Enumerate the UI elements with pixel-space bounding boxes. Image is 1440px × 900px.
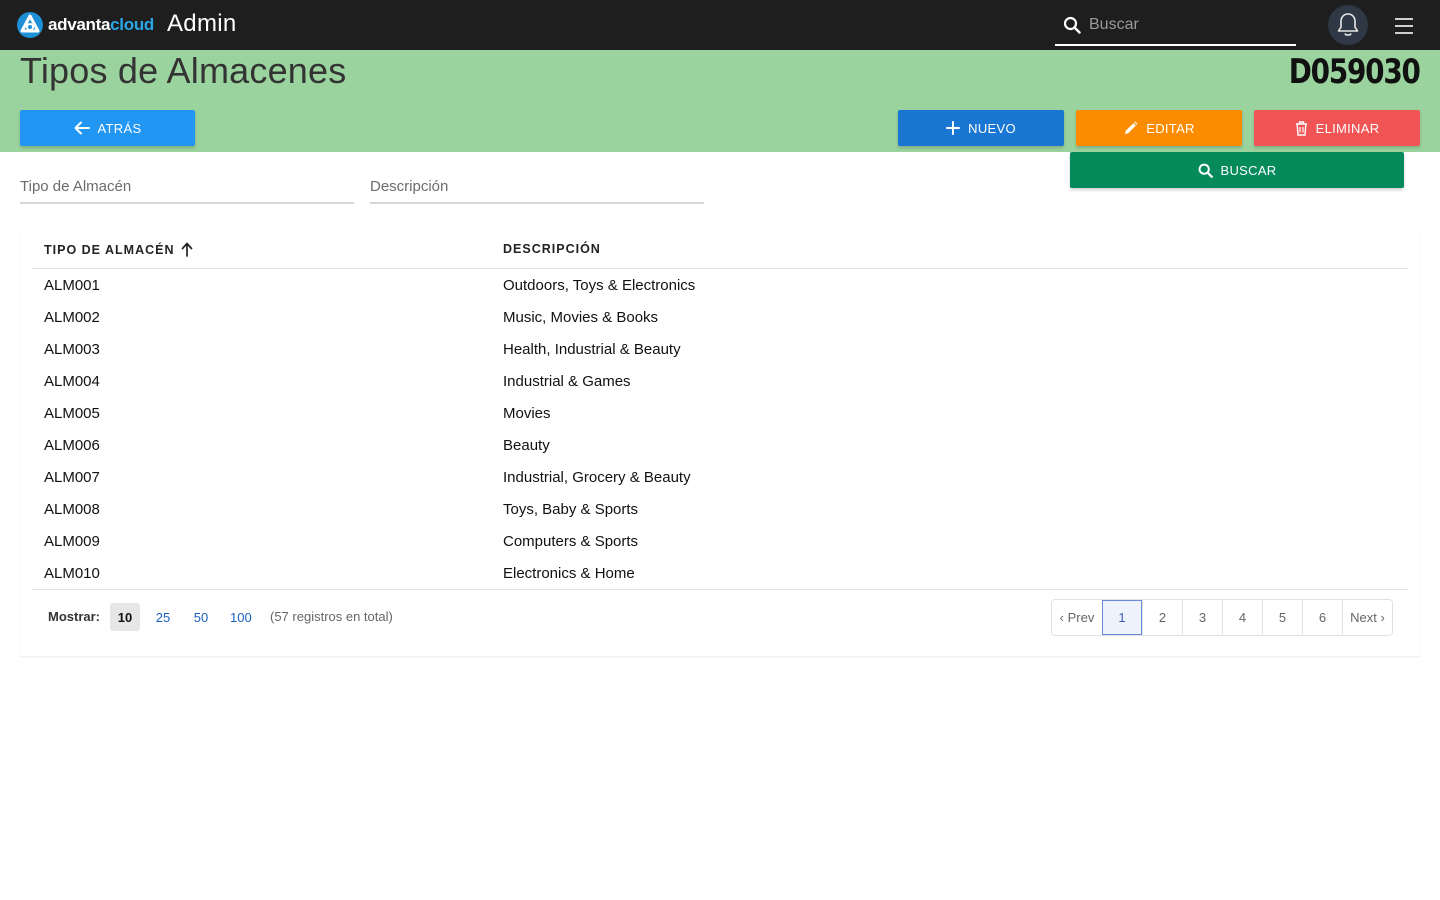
logo-wordmark: advantacloud [48, 15, 154, 35]
table-row[interactable]: ALM003 Health, Industrial & Beauty [32, 333, 1408, 365]
brand-logo[interactable]: advantacloud [16, 11, 154, 39]
search-icon [1198, 163, 1213, 178]
cell-descripcion: Computers & Sports [503, 533, 639, 550]
pagination-page-5[interactable]: 5 [1262, 600, 1302, 635]
search-button-label: BUSCAR [1220, 162, 1277, 178]
sort-ascending-icon [181, 242, 192, 257]
cell-tipo-almacen: ALM002 [44, 309, 100, 326]
screen-code: D059030 [1289, 52, 1421, 92]
table-row[interactable]: ALM007 Industrial, Grocery & Beauty [32, 461, 1408, 493]
column-header-tipo-almacen[interactable]: TIPO DE ALMACÉN [44, 242, 193, 257]
table-row[interactable]: ALM010 Electronics & Home [32, 557, 1408, 589]
page-size-100[interactable]: 100 [224, 603, 258, 631]
global-search [1055, 6, 1296, 46]
filter-descripcion [370, 178, 704, 204]
table-row[interactable]: ALM009 Computers & Sports [32, 525, 1408, 557]
pagination-page-4[interactable]: 4 [1222, 600, 1262, 635]
cell-tipo-almacen: ALM006 [44, 437, 100, 454]
new-button-label: NUEVO [968, 120, 1016, 136]
cell-tipo-almacen: ALM010 [44, 565, 100, 582]
table-row[interactable]: ALM006 Beauty [32, 429, 1408, 461]
cell-descripcion: Industrial, Grocery & Beauty [503, 469, 691, 486]
descripcion-input[interactable] [370, 178, 704, 195]
pagination-page-6[interactable]: 6 [1302, 600, 1342, 635]
total-records: (57 registros en total) [270, 609, 393, 624]
table-header: TIPO DE ALMACÉN DESCRIPCIÓN [32, 228, 1408, 269]
page-size-label: Mostrar: [48, 609, 101, 624]
page-header: Tipos de Almacenes D059030 ATRÁS NUEVO E… [0, 50, 1440, 152]
delete-button[interactable]: ELIMINAR [1254, 110, 1420, 146]
table-footer-divider [32, 589, 1408, 590]
back-button-label: ATRÁS [97, 120, 142, 136]
cell-descripcion: Movies [503, 405, 551, 422]
menu-bar [1395, 25, 1413, 27]
cell-tipo-almacen: ALM004 [44, 373, 100, 390]
cell-descripcion: Industrial & Games [503, 373, 631, 390]
global-search-input[interactable] [1089, 16, 1289, 34]
column-header-label: TIPO DE ALMACÉN [44, 242, 175, 257]
page-size-25[interactable]: 25 [148, 603, 178, 631]
pagination-page-1[interactable]: 1 [1102, 600, 1142, 635]
app-title: Admin [167, 10, 237, 37]
cell-descripcion: Health, Industrial & Beauty [503, 341, 681, 358]
edit-button[interactable]: EDITAR [1076, 110, 1242, 146]
cell-tipo-almacen: ALM005 [44, 405, 100, 422]
bell-icon [1337, 13, 1359, 36]
menu-bar [1395, 32, 1413, 34]
cell-tipo-almacen: ALM008 [44, 501, 100, 518]
cell-tipo-almacen: ALM007 [44, 469, 100, 486]
cell-descripcion: Beauty [503, 437, 550, 454]
page-size-50[interactable]: 50 [186, 603, 216, 631]
back-button[interactable]: ATRÁS [20, 110, 195, 146]
pagination-page-2[interactable]: 2 [1142, 600, 1182, 635]
logo-wordmark-part2: cloud [110, 15, 154, 34]
cell-descripcion: Music, Movies & Books [503, 309, 659, 326]
pagination: ‹ Prev 1 2 3 4 5 6 Next › [1051, 599, 1393, 636]
notifications-button[interactable] [1328, 5, 1368, 45]
logo-icon [17, 12, 43, 38]
column-header-label: DESCRIPCIÓN [503, 242, 601, 256]
arrow-left-icon [74, 121, 90, 135]
menu-bar [1395, 18, 1413, 20]
cell-descripcion: Electronics & Home [503, 565, 635, 582]
search-button[interactable]: BUSCAR [1070, 152, 1404, 188]
cell-tipo-almacen: ALM003 [44, 341, 100, 358]
pencil-icon [1125, 121, 1138, 134]
pagination-page-3[interactable]: 3 [1182, 600, 1222, 635]
top-navbar: advantacloud Admin [0, 0, 1440, 50]
table-row[interactable]: ALM008 Toys, Baby & Sports [32, 493, 1408, 525]
column-header-descripcion[interactable]: DESCRIPCIÓN [503, 242, 601, 256]
search-icon [1063, 16, 1081, 34]
table-row[interactable]: ALM005 Movies [32, 397, 1408, 429]
page-title: Tipos de Almacenes [20, 50, 347, 91]
logo-wordmark-part1: advanta [48, 15, 111, 34]
table-row[interactable]: ALM002 Music, Movies & Books [32, 301, 1408, 333]
table-row[interactable]: ALM004 Industrial & Games [32, 365, 1408, 397]
pagination-prev[interactable]: ‹ Prev [1052, 600, 1102, 635]
table-row[interactable]: ALM001 Outdoors, Toys & Electronics [32, 269, 1408, 301]
cell-descripcion: Outdoors, Toys & Electronics [503, 277, 696, 294]
new-button[interactable]: NUEVO [898, 110, 1064, 146]
page-size-10[interactable]: 10 [110, 603, 140, 631]
cell-tipo-almacen: ALM001 [44, 277, 100, 294]
table-body: ALM001 Outdoors, Toys & Electronics ALM0… [32, 269, 1408, 589]
plus-icon [946, 121, 961, 135]
cell-tipo-almacen: ALM009 [44, 533, 100, 550]
tipo-almacen-input[interactable] [20, 178, 354, 195]
delete-button-label: ELIMINAR [1315, 120, 1380, 136]
trash-icon [1295, 120, 1307, 136]
cell-descripcion: Toys, Baby & Sports [503, 501, 639, 518]
filter-tipo-almacen [20, 178, 354, 204]
results-card: TIPO DE ALMACÉN DESCRIPCIÓN ALM001 Outdo… [20, 228, 1420, 656]
hamburger-menu-icon[interactable] [1392, 15, 1416, 37]
pagination-next[interactable]: Next › [1342, 600, 1392, 635]
edit-button-label: EDITAR [1146, 120, 1195, 136]
